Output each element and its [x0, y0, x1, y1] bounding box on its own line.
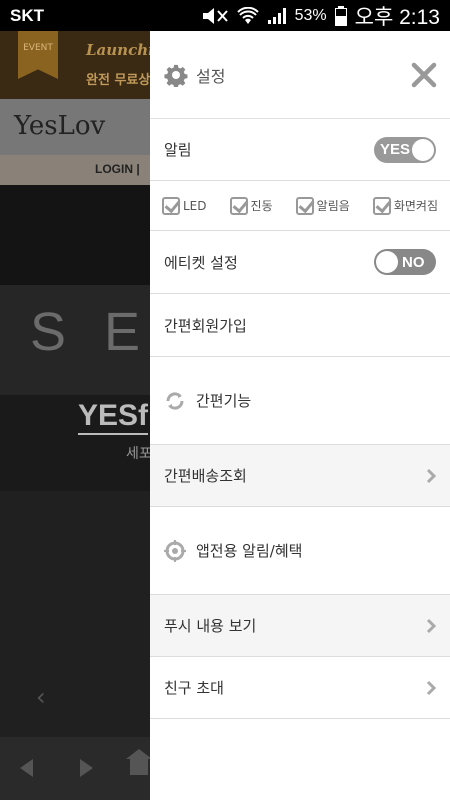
app-alert-label: 앱전용 알림/혜택: [196, 542, 303, 560]
toggle-knob: [376, 251, 398, 273]
notification-row: 알림 YES: [150, 119, 450, 181]
close-icon[interactable]: [410, 61, 438, 89]
quick-feature-row[interactable]: 간편기능: [150, 357, 450, 445]
battery-percent: 53%: [294, 6, 327, 24]
push-view-label: 푸시 내용 보기: [164, 617, 257, 635]
led-checkbox[interactable]: LED: [162, 196, 207, 215]
banner-subtitle: 완전 무료상: [86, 73, 151, 88]
toggle-knob: [412, 138, 434, 161]
target-icon: [164, 539, 186, 562]
brand-subtext: 세포: [126, 446, 152, 462]
refresh-icon: [166, 391, 184, 410]
login-link: LOGIN |: [95, 162, 140, 176]
quick-feature-label: 간편기능: [196, 392, 252, 410]
etiquette-row: 에티켓 설정 NO: [150, 231, 450, 294]
checkbox-icon: [295, 196, 314, 215]
page-title: 설정: [196, 66, 226, 86]
vibration-checkbox[interactable]: 진동: [229, 196, 273, 215]
status-icons: 53% 오후 2:13: [201, 1, 440, 31]
screen-on-checkbox[interactable]: 화면켜짐: [372, 196, 438, 215]
signup-label: 간편회원가입: [164, 316, 247, 335]
carrier-label: SKT: [10, 5, 44, 25]
status-bar: SKT 53% 오후 2:13: [0, 0, 450, 31]
chevron-right-icon: [426, 468, 436, 483]
delivery-label: 간편배송조회: [164, 467, 247, 485]
mute-icon: [201, 7, 229, 25]
checkbox-icon: [372, 196, 391, 215]
sound-label: 알림음: [316, 199, 350, 213]
chevron-right-icon: [426, 618, 436, 633]
app-alert-row[interactable]: 앱전용 알림/혜택: [150, 507, 450, 595]
checkbox-icon: [229, 196, 248, 215]
screen-on-label: 화면켜짐: [393, 199, 438, 213]
chevron-right-icon: [426, 680, 436, 695]
notification-toggle-label: YES: [380, 141, 411, 158]
notification-label: 알림: [164, 141, 192, 159]
forward-arrow-icon: [80, 759, 93, 777]
etiquette-toggle-label: NO: [402, 253, 425, 271]
sound-checkbox[interactable]: 알림음: [295, 196, 350, 215]
wifi-icon: [236, 6, 259, 25]
clock: 오후 2:13: [354, 5, 440, 29]
site-logo: YesLov: [14, 111, 106, 141]
invite-row[interactable]: 친구 초대: [150, 657, 450, 719]
notification-options: LED 진동 알림음 화면켜짐: [150, 181, 450, 231]
settings-header: 설정: [150, 31, 450, 119]
checkbox-icon: [162, 196, 180, 215]
push-view-row[interactable]: 푸시 내용 보기: [150, 595, 450, 657]
notification-toggle[interactable]: YES: [374, 136, 436, 163]
home-icon: [126, 749, 152, 775]
delivery-row[interactable]: 간편배송조회: [150, 445, 450, 507]
vibration-label: 진동: [250, 199, 273, 213]
invite-label: 친구 초대: [164, 679, 224, 697]
brand-text: YESf: [78, 399, 149, 435]
signup-row[interactable]: 간편회원가입: [150, 294, 450, 357]
gear-icon: [164, 64, 188, 87]
settings-drawer: 설정 알림 YES LED 진동 알림음 화면켜짐 에티켓 설정 NO 간편회원…: [150, 31, 450, 800]
etiquette-label: 에티켓 설정: [164, 253, 238, 272]
back-arrow-icon: [20, 759, 33, 777]
banner-title: Launchi: [86, 41, 154, 59]
etiquette-toggle[interactable]: NO: [374, 249, 436, 275]
battery-icon: [334, 5, 347, 26]
signal-icon: [267, 7, 287, 25]
led-label: LED: [183, 198, 207, 213]
chevron-left-icon: ‹: [36, 683, 46, 711]
